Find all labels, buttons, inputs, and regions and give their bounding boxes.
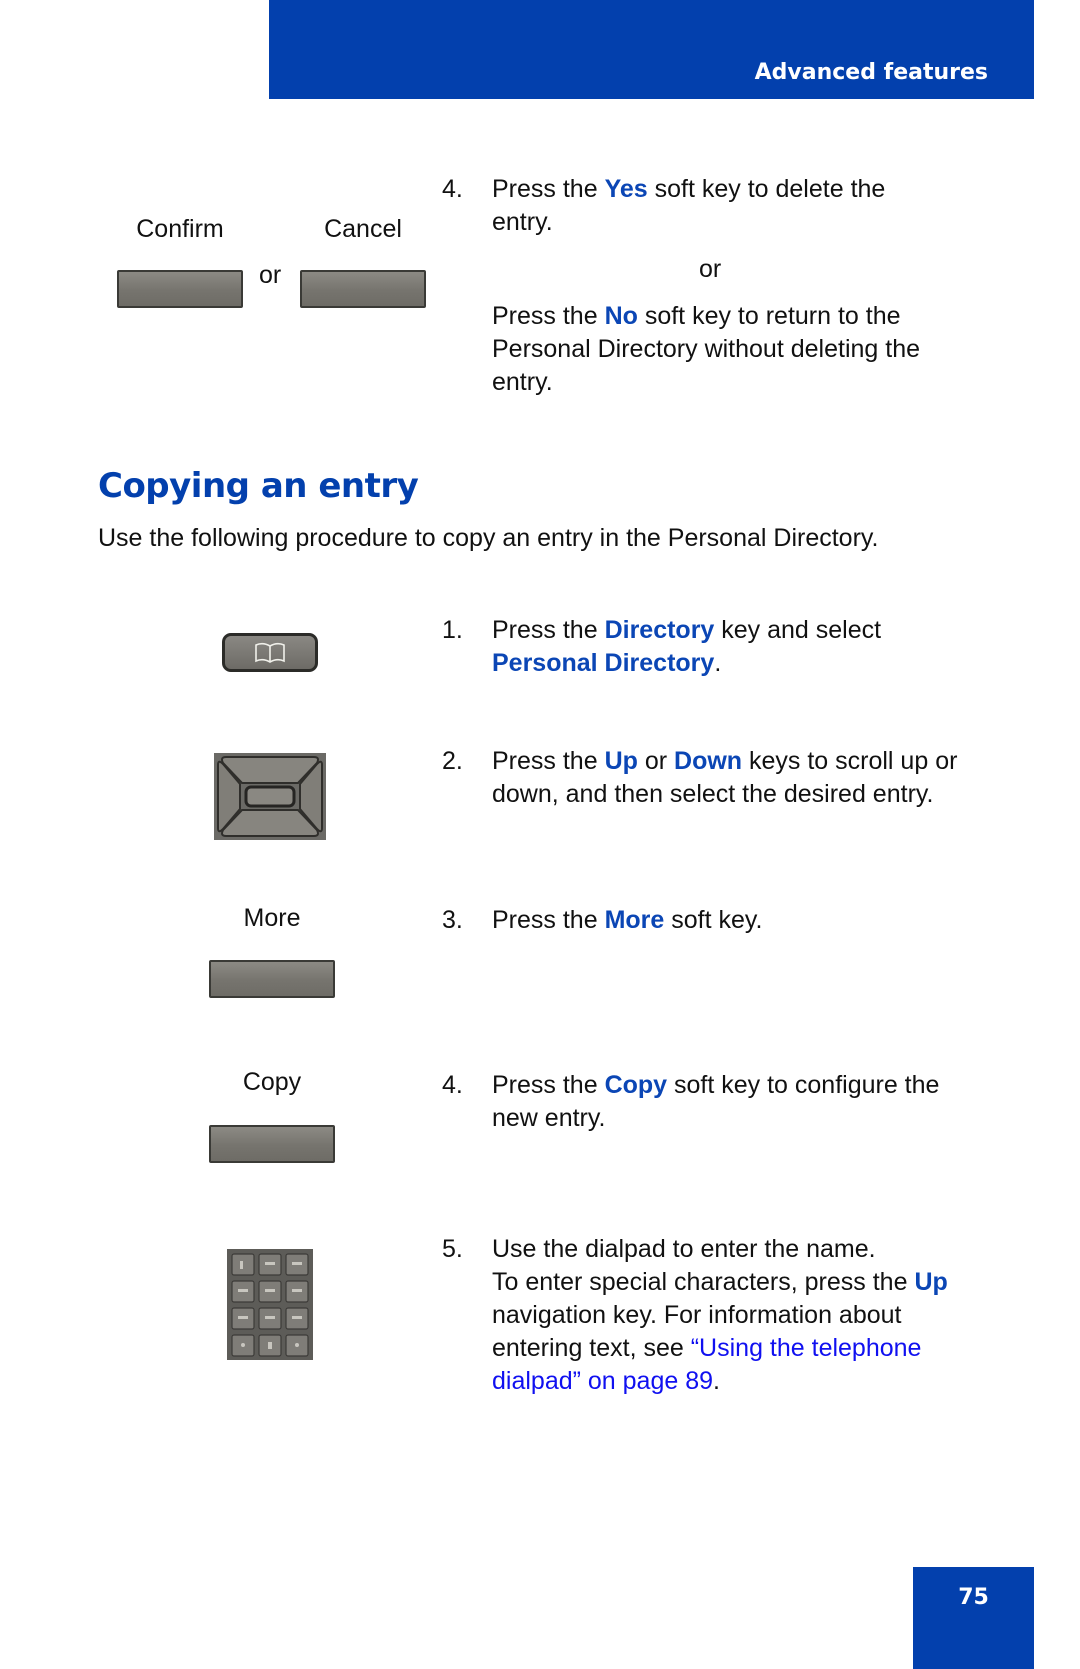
no-key-ref: No	[604, 302, 638, 330]
step-number: 4.	[442, 175, 463, 203]
copy-key-ref: Copy	[604, 1071, 668, 1099]
step-text: To enter special characters, press the	[492, 1268, 915, 1296]
copy-key-label: Copy	[242, 1068, 302, 1096]
section-intro: Use the following procedure to copy an e…	[98, 524, 879, 552]
copy-soft-key[interactable]	[209, 1125, 335, 1163]
step-text: Press the	[492, 1071, 605, 1099]
step-text: Press the	[492, 747, 605, 775]
header-bar: Advanced features	[269, 0, 1034, 99]
step-text: .	[714, 649, 722, 677]
directory-key-icon	[255, 642, 285, 663]
step-text: Press the	[492, 175, 605, 203]
up-key-ref: Up	[914, 1268, 948, 1296]
select-key[interactable]	[244, 785, 296, 808]
step-4: 4. Press the Copy soft key to configure …	[442, 1069, 1002, 1135]
step-number: 5.	[442, 1235, 463, 1263]
step-text: key and select	[714, 616, 882, 644]
step-text: .	[713, 1367, 720, 1395]
dialpad-icon	[227, 1249, 313, 1360]
more-key-label: More	[243, 904, 301, 932]
cancel-soft-key[interactable]	[300, 270, 426, 308]
navigation-cluster-icon	[214, 753, 326, 840]
step-text: Press the	[492, 616, 605, 644]
step-number: 2.	[442, 747, 463, 775]
section-heading: Copying an entry	[98, 466, 419, 506]
page-number-box: 75	[913, 1567, 1034, 1669]
directory-key-ref: Directory	[604, 616, 715, 644]
or-separator: or	[259, 261, 282, 289]
down-key-ref: Down	[674, 747, 743, 775]
yes-key-ref: Yes	[604, 175, 648, 203]
step-3: 3. Press the More soft key.	[442, 904, 1002, 937]
confirm-soft-key[interactable]	[117, 270, 243, 308]
step-text: soft key.	[664, 906, 763, 934]
page-number: 75	[958, 1585, 989, 1610]
step-text: Use the dialpad to enter the name.	[492, 1235, 876, 1263]
step-delete-confirm: 4. Press the Yes soft key to delete the …	[442, 173, 1002, 399]
personal-directory-ref: Personal Directory	[492, 649, 715, 677]
step-number: 4.	[442, 1071, 463, 1099]
or-separator: or	[699, 255, 722, 283]
section-title: Advanced features	[754, 60, 988, 85]
more-soft-key[interactable]	[209, 960, 335, 998]
dialpad[interactable]	[227, 1249, 313, 1360]
confirm-key-label: Confirm	[136, 215, 224, 243]
step-1: 1. Press the Directory key and select Pe…	[442, 614, 1002, 680]
directory-key[interactable]	[222, 633, 318, 672]
step-text: Press the	[492, 302, 605, 330]
step-number: 3.	[442, 906, 463, 934]
step-5: 5. Use the dialpad to enter the name. To…	[442, 1233, 1002, 1398]
step-text: or	[637, 747, 675, 775]
step-number: 1.	[442, 616, 463, 644]
navigation-cluster[interactable]	[214, 753, 326, 840]
cancel-key-label: Cancel	[324, 215, 402, 243]
up-key-ref: Up	[604, 747, 638, 775]
more-key-ref: More	[604, 906, 665, 934]
step-2: 2. Press the Up or Down keys to scroll u…	[442, 745, 1002, 811]
step-text: Press the	[492, 906, 605, 934]
